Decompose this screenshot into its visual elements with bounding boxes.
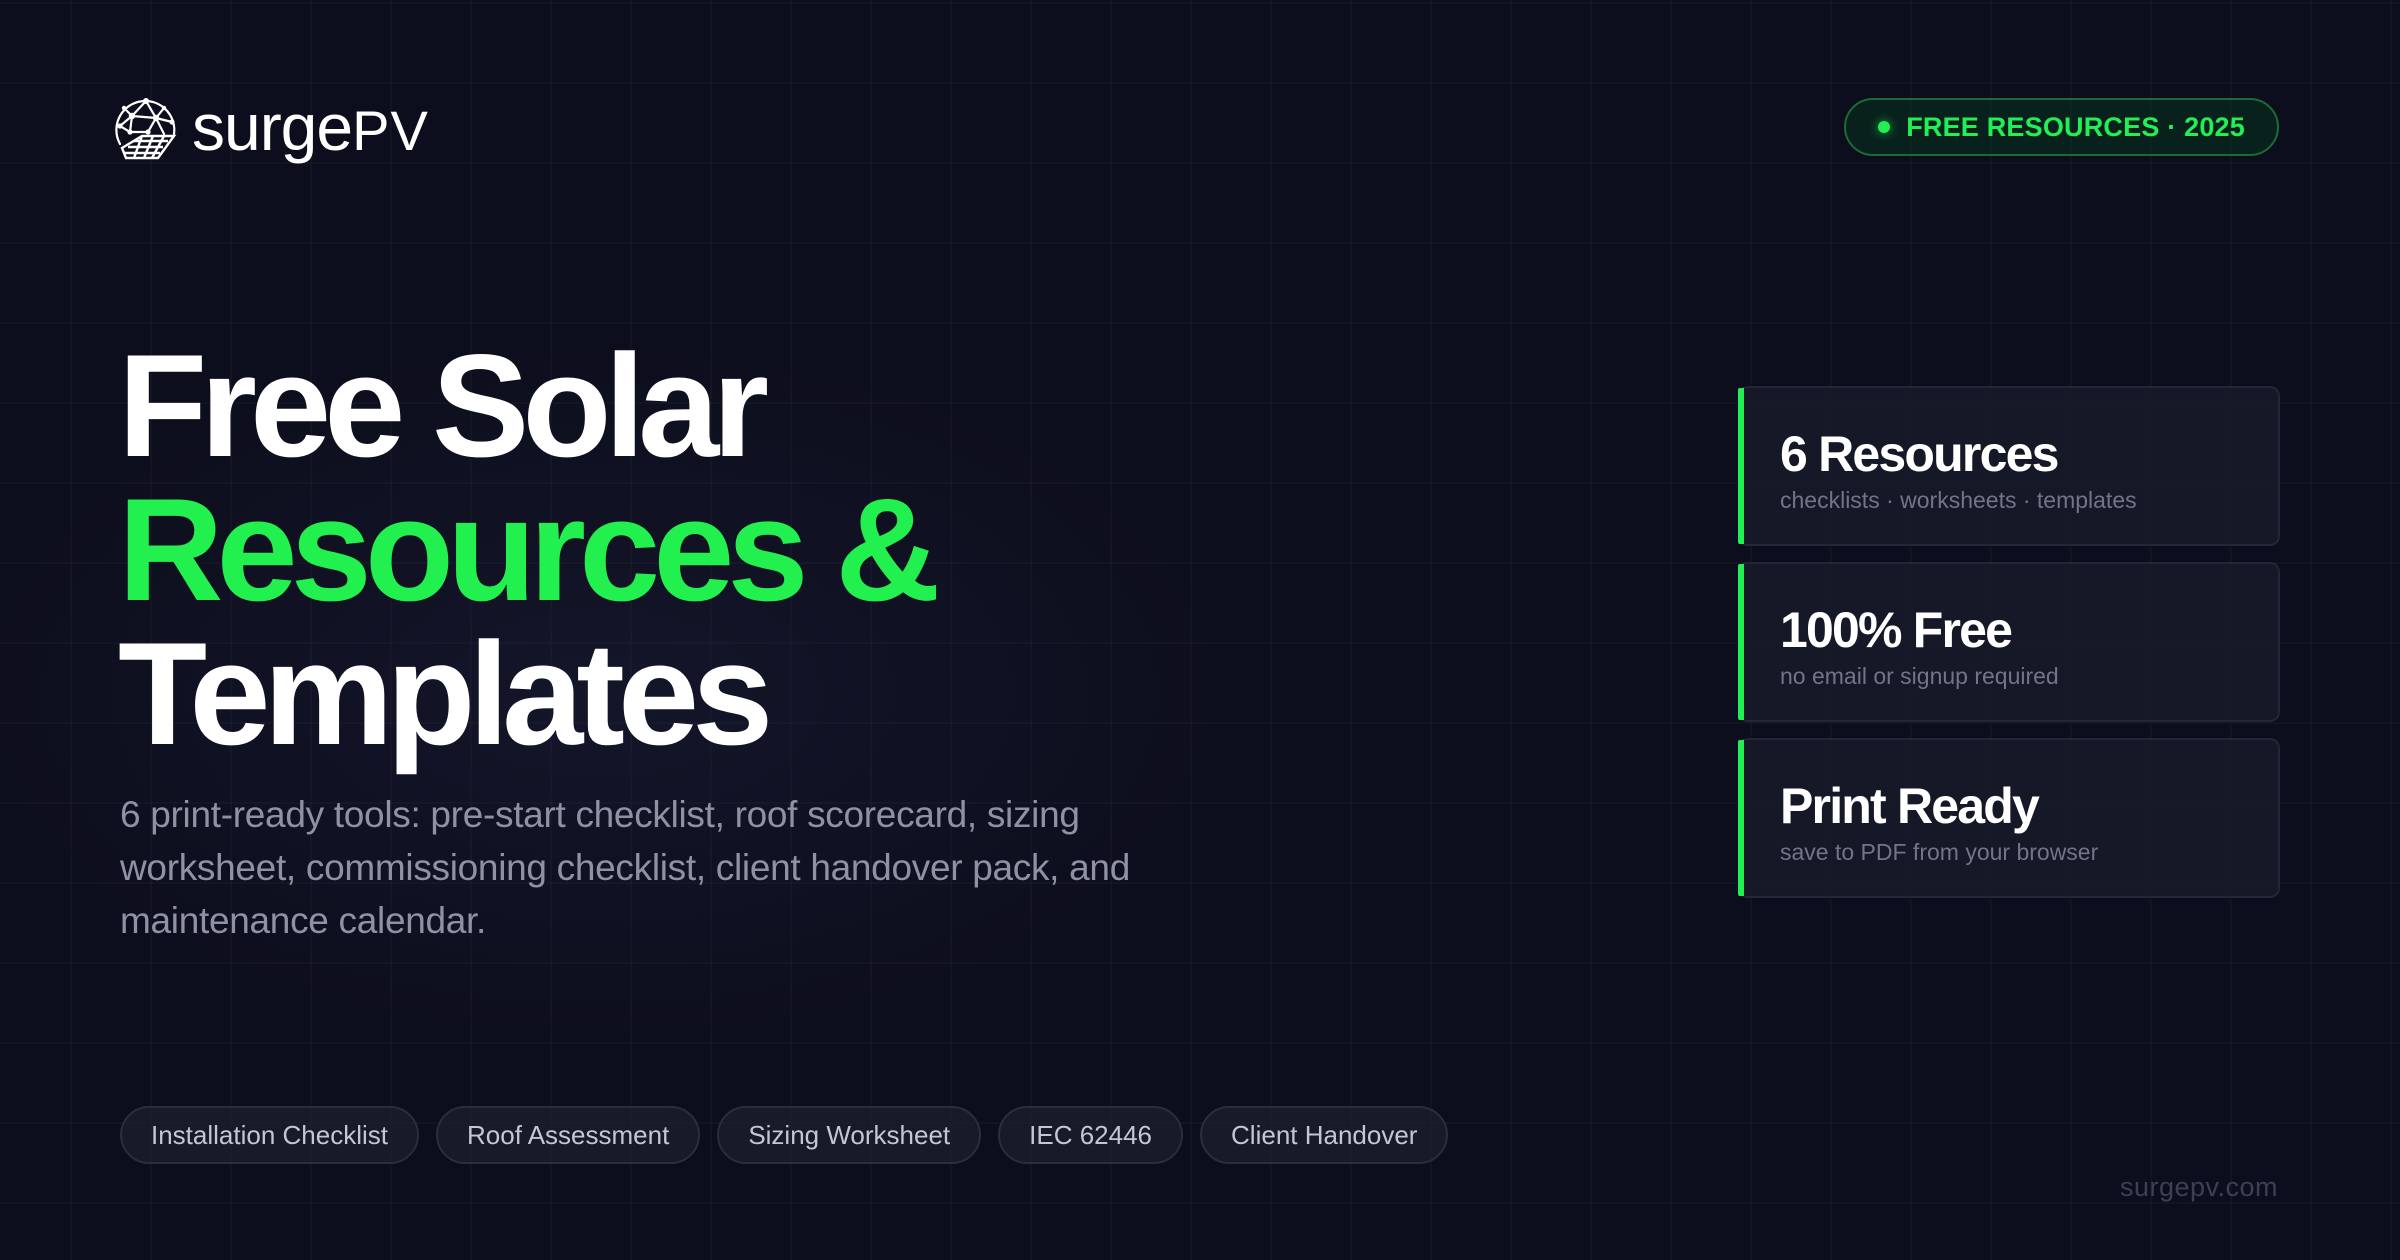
stat-value: 6 Resources [1780, 426, 2059, 482]
stat-caption: checklists · worksheets · templates [1780, 487, 2137, 513]
logo-wordmark: surgePV [192, 94, 429, 160]
headline-line-3: Templates [118, 612, 773, 775]
stat-card-resources: 6 Resources checklists · worksheets · te… [1738, 386, 2280, 546]
page-headline: Free Solar Resources & Templates [118, 324, 941, 775]
stat-value: 100% Free [1780, 602, 2013, 658]
stat-value: Print Ready [1780, 778, 2040, 834]
footer-url[interactable]: surgepv.com [2120, 1172, 2278, 1203]
status-dot-icon [1878, 121, 1891, 133]
stat-card-free: 100% Free no email or signup required [1738, 562, 2280, 722]
tag-installation-checklist[interactable]: Installation Checklist [120, 1106, 419, 1164]
stat-caption: save to PDF from your browser [1780, 839, 2099, 865]
logo-wordmark-suffix: PV [352, 99, 429, 162]
free-resources-badge: FREE RESOURCES · 2025 [1844, 98, 2279, 156]
logo-wordmark-main: surge [192, 90, 353, 164]
headline-line-2: Resources & [118, 468, 941, 631]
tag-sizing-worksheet[interactable]: Sizing Worksheet [717, 1106, 982, 1164]
globe-solar-panel-icon [115, 98, 177, 160]
stat-caption: no email or signup required [1780, 663, 2059, 689]
stat-card-print-ready: Print Ready save to PDF from your browse… [1738, 738, 2280, 898]
brand-logo[interactable]: surgePV [112, 94, 429, 164]
page: surgePV FREE RESOURCES · 2025 Free Solar… [0, 0, 2400, 1260]
tag-roof-assessment[interactable]: Roof Assessment [436, 1106, 701, 1164]
tag-iec-62446[interactable]: IEC 62446 [998, 1106, 1184, 1164]
tag-client-handover[interactable]: Client Handover [1200, 1106, 1449, 1164]
headline-line-1: Free Solar [118, 324, 769, 487]
badge-label: FREE RESOURCES · 2025 [1906, 111, 2245, 142]
stats-panel: 6 Resources checklists · worksheets · te… [1738, 386, 2280, 914]
page-description: 6 print-ready tools: pre-start checklist… [120, 794, 1130, 941]
tag-list: Installation Checklist Roof Assessment S… [120, 1106, 1449, 1164]
